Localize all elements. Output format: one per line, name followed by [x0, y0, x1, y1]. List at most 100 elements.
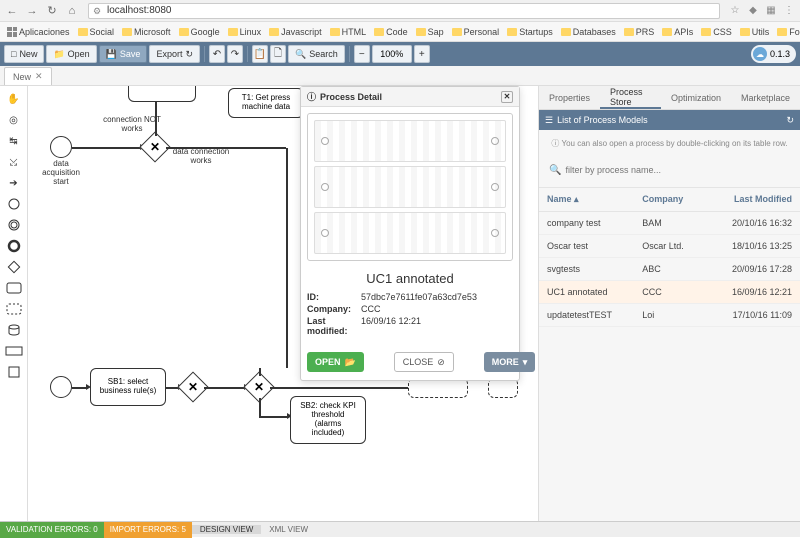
open-button[interactable]: OPEN 📂 — [307, 352, 364, 372]
bookmark-folder[interactable]: Javascript — [266, 27, 325, 37]
undo-icon[interactable]: ↶ — [209, 45, 225, 63]
page-icon: ⚙ — [93, 6, 103, 16]
table-row[interactable]: svgtestsABC20/09/16 17:28 — [539, 258, 800, 281]
table-row[interactable]: company testBAM20/10/16 16:32 — [539, 212, 800, 235]
refresh-icon[interactable]: ↻ — [786, 115, 794, 126]
apps-launcher[interactable]: Aplicaciones — [4, 27, 73, 37]
close-icon[interactable]: ✕ — [501, 91, 513, 103]
intermediate-event-icon[interactable] — [4, 216, 24, 234]
home-icon[interactable]: ⌂ — [64, 3, 80, 19]
close-icon[interactable]: ✕ — [35, 71, 43, 82]
col-modified[interactable]: Last Modified — [710, 194, 792, 205]
bookmark-folder[interactable]: Social — [75, 27, 118, 37]
browser-nav-bar: ← → ↻ ⌂ ⚙ localhost:8080 ☆ ◆ ▦ ⋮ — [0, 0, 800, 22]
bpmn-label: connection NOT works — [92, 116, 172, 134]
more-button[interactable]: MORE ▾ — [484, 352, 536, 372]
side-panel-tabs: Properties Process Store Optimization Ma… — [539, 86, 800, 110]
bpmn-task[interactable] — [128, 86, 196, 102]
bookmark-folder[interactable]: Sap — [413, 27, 447, 37]
xml-view-tab[interactable]: XML VIEW — [261, 525, 316, 534]
bpmn-task[interactable]: T1: Get press machine data — [228, 88, 304, 118]
col-name: Name ▴ — [547, 194, 642, 205]
extension-icon[interactable]: ▦ — [764, 4, 778, 18]
bookmark-folder[interactable]: Microsoft — [119, 27, 174, 37]
bookmark-folder[interactable]: Personal — [449, 27, 503, 37]
zoom-out-icon[interactable]: − — [354, 45, 370, 63]
bookmark-folder[interactable]: APIs — [659, 27, 696, 37]
design-view-tab[interactable]: DESIGN VIEW — [192, 525, 261, 534]
subprocess-icon[interactable] — [4, 300, 24, 318]
back-icon[interactable]: ← — [4, 3, 20, 19]
pool-icon[interactable] — [4, 342, 24, 360]
bookmark-folder[interactable]: Code — [371, 27, 411, 37]
search-button[interactable]: 🔍Search — [288, 45, 345, 63]
export-button[interactable]: Export↻ — [149, 45, 200, 63]
filter-input[interactable] — [561, 161, 790, 179]
bookmark-folder[interactable]: Google — [176, 27, 223, 37]
group-icon[interactable] — [4, 363, 24, 381]
bookmark-folder[interactable]: CSS — [698, 27, 735, 37]
gateway-icon[interactable] — [4, 258, 24, 276]
save-button[interactable]: 💾Save — [99, 45, 148, 63]
url-bar[interactable]: ⚙ localhost:8080 — [88, 3, 720, 19]
lasso-tool-icon[interactable]: ⤩ — [4, 153, 24, 171]
sort-icon[interactable]: ▴ — [574, 194, 579, 204]
redo-icon[interactable]: ↷ — [227, 45, 243, 63]
table-row[interactable]: Oscar testOscar Ltd.18/10/16 13:25 — [539, 235, 800, 258]
bookmark-folder[interactable]: Databases — [558, 27, 619, 37]
document-tabs: New ✕ — [0, 66, 800, 86]
folder-open-icon: 📂 — [345, 357, 356, 368]
forward-icon[interactable]: → — [24, 3, 40, 19]
app-toolbar: □New 📁Open 💾Save Export↻ ↶ ↷ 📋 🗋 🔍Search… — [0, 42, 800, 66]
new-button[interactable]: □New — [4, 45, 44, 63]
end-event-icon[interactable] — [4, 237, 24, 255]
tab-optimization[interactable]: Optimization — [661, 93, 731, 103]
paste-icon[interactable]: 🗋 — [270, 45, 286, 63]
table-row[interactable]: UC1 annotatedCCC16/09/16 12:21 — [539, 281, 800, 304]
tool-palette: ✋ ◎ ↹ ⤩ ➔ — [0, 86, 28, 521]
process-table: Name ▴ Company Last Modified company tes… — [539, 188, 800, 327]
task-icon[interactable] — [4, 279, 24, 297]
bpmn-start-event[interactable] — [50, 136, 72, 158]
bpmn-task[interactable]: SB1: select business rule(s) — [90, 368, 166, 406]
connect-tool-icon[interactable]: ◎ — [4, 111, 24, 129]
copy-icon[interactable]: 📋 — [252, 45, 268, 63]
datastore-icon[interactable] — [4, 321, 24, 339]
bpmn-task[interactable]: SB2: check KPI threshold (alarms include… — [290, 396, 366, 444]
validation-errors-badge[interactable]: VALIDATION ERRORS: 0 — [0, 522, 104, 538]
process-thumbnail[interactable] — [314, 166, 506, 208]
bookmark-folder[interactable]: Ford — [774, 27, 800, 37]
info-icon: ⓘ — [551, 139, 559, 148]
hand-tool-icon[interactable]: ✋ — [4, 90, 24, 108]
process-thumbnail[interactable] — [314, 212, 506, 254]
bookmark-folder[interactable]: PRS — [621, 27, 658, 37]
col-company[interactable]: Company — [642, 194, 710, 205]
bpmn-start-event[interactable] — [50, 376, 72, 398]
bookmark-folder[interactable]: Linux — [225, 27, 265, 37]
bpmn-task[interactable] — [488, 378, 518, 398]
open-button[interactable]: 📁Open — [46, 45, 96, 63]
tab-process-store[interactable]: Process Store — [600, 86, 661, 109]
table-row[interactable]: updatetestTESTLoi17/10/16 11:09 — [539, 304, 800, 327]
menu-icon[interactable]: ⋮ — [782, 4, 796, 18]
start-event-icon[interactable] — [4, 195, 24, 213]
reload-icon[interactable]: ↻ — [44, 3, 60, 19]
shield-icon[interactable]: ◆ — [746, 4, 760, 18]
space-tool-icon[interactable]: ↹ — [4, 132, 24, 150]
bookmark-folder[interactable]: Startups — [504, 27, 556, 37]
process-thumbnail[interactable] — [314, 120, 506, 162]
version-pill[interactable]: ☁ 0.1.3 — [751, 45, 796, 63]
tab-properties[interactable]: Properties — [539, 93, 600, 103]
star-icon[interactable]: ☆ — [728, 4, 742, 18]
bpmn-task[interactable] — [408, 378, 468, 398]
close-button[interactable]: CLOSE ⊘ — [394, 352, 454, 372]
arrow-tool-icon[interactable]: ➔ — [4, 174, 24, 192]
tab-marketplace[interactable]: Marketplace — [731, 93, 800, 103]
zoom-in-icon[interactable]: + — [414, 45, 430, 63]
bookmark-folder[interactable]: HTML — [327, 27, 370, 37]
import-errors-badge[interactable]: IMPORT ERRORS: 5 — [104, 522, 192, 538]
document-tab[interactable]: New ✕ — [4, 67, 52, 85]
bookmarks-bar: Aplicaciones Social Microsoft Google Lin… — [0, 22, 800, 42]
bookmark-folder[interactable]: Utils — [737, 27, 773, 37]
zoom-level[interactable]: 100% — [372, 45, 412, 63]
